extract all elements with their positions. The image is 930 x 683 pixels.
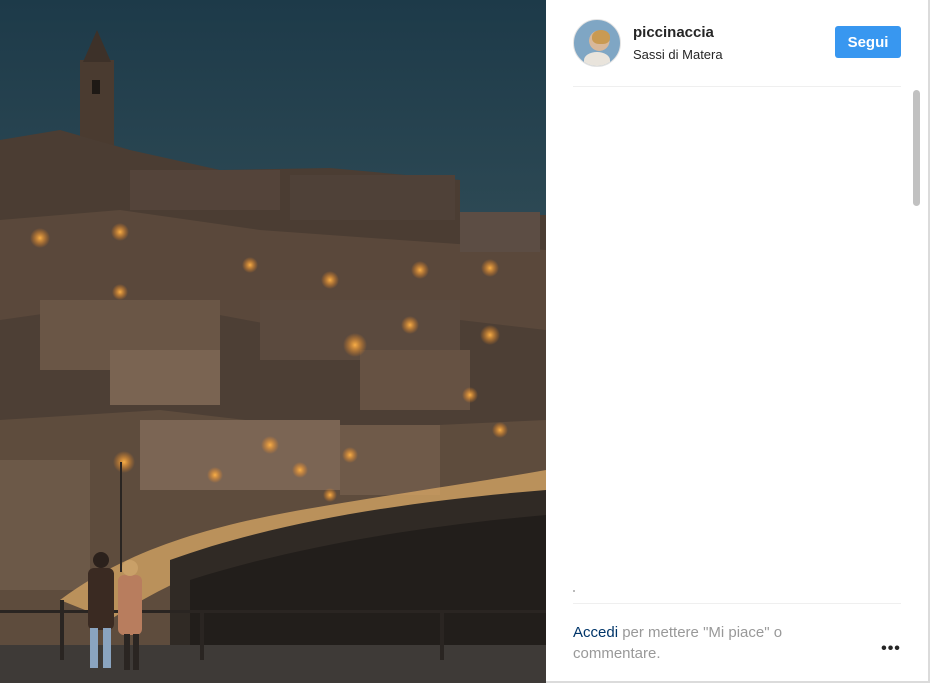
post-header: piccinaccia Sassi di Matera Segui	[546, 0, 928, 86]
username-link[interactable]: piccinaccia	[633, 24, 714, 41]
post-photo[interactable]	[0, 0, 546, 683]
ellipsis-horizontal-icon: •••	[881, 640, 901, 657]
comments-area[interactable]	[573, 90, 903, 590]
location-link[interactable]: Sassi di Matera	[633, 47, 723, 62]
post-side-panel: piccinaccia Sassi di Matera Segui Accedi…	[546, 0, 930, 683]
matera-night-photo	[0, 0, 546, 683]
avatar-shoulder	[584, 52, 610, 66]
login-link[interactable]: Accedi	[573, 624, 618, 641]
avatar-hair	[592, 30, 610, 44]
follow-button[interactable]: Segui	[835, 26, 901, 58]
stray-dot	[573, 590, 575, 592]
login-prompt: Accedi per mettere "Mi piace" o commenta…	[573, 622, 833, 664]
comments-scrollbar[interactable]	[908, 88, 922, 502]
scroll-thumb[interactable]	[913, 90, 920, 206]
avatar[interactable]	[573, 19, 621, 67]
more-options-button[interactable]: •••	[880, 640, 902, 658]
header-divider	[573, 86, 901, 87]
footer-divider	[573, 603, 901, 604]
